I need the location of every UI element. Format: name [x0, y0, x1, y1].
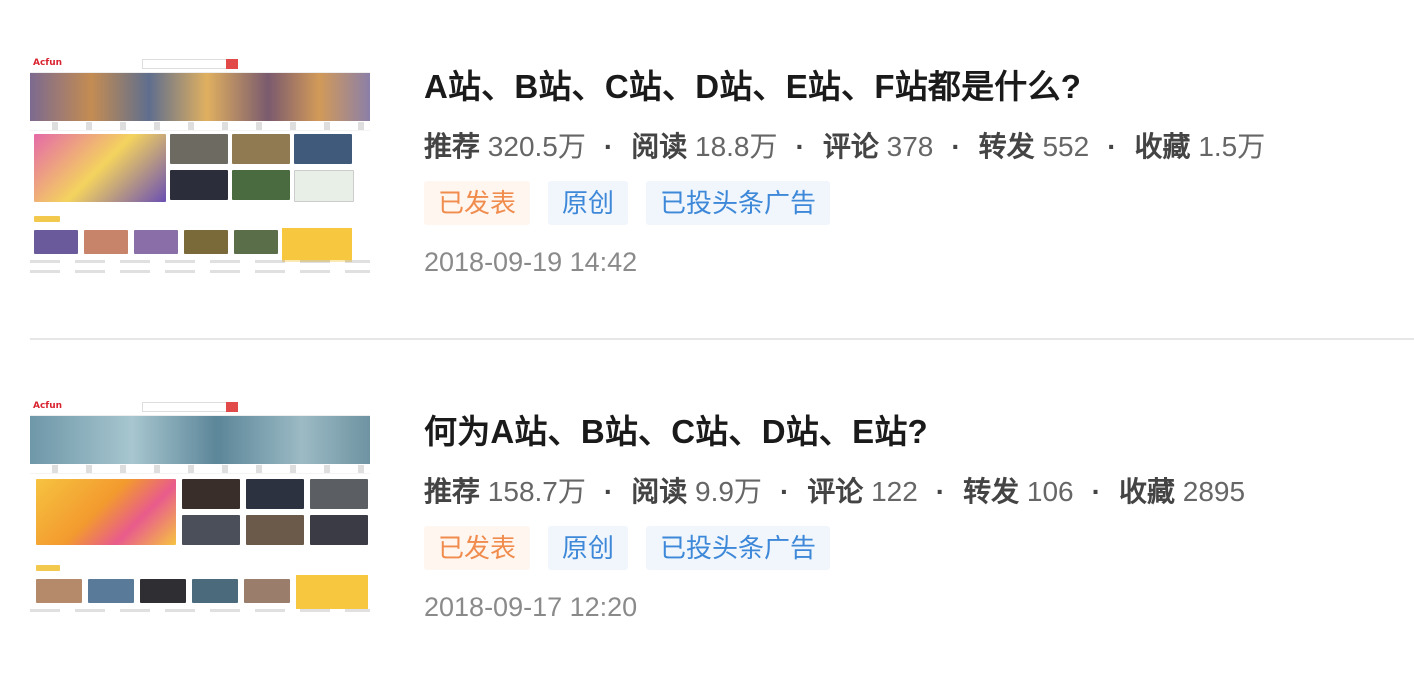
article-date: 2018-09-19 14:42: [424, 247, 638, 277]
stat-value: 122: [871, 476, 918, 507]
status-badge-published: 已发表: [424, 526, 531, 570]
article-date: 2018-09-17 12:20: [424, 592, 638, 622]
article-title[interactable]: 何为A站、B站、C站、D站、E站?: [424, 405, 928, 453]
badge-ad-placed: 已投头条广告: [646, 526, 831, 570]
article-tags: 已发表 原创 已投头条广告: [424, 181, 848, 225]
stat-label: 收藏: [1134, 131, 1191, 162]
article-title[interactable]: A站、B站、C站、D站、E站、F站都是什么?: [424, 60, 1081, 108]
thumbnail-banner: [30, 73, 370, 121]
stat-label: 评论: [807, 476, 864, 507]
stat-value: 320.5万: [487, 131, 586, 162]
status-badge-published: 已发表: [424, 181, 531, 225]
thumbnail-banner: [30, 416, 370, 464]
stat-value: 552: [1042, 131, 1090, 162]
article-stats: 推荐 158.7万 · 阅读 9.9万 · 评论 122 · 转发 106 · 收藏 2895: [424, 470, 1245, 510]
stat-label: 推荐: [424, 131, 481, 162]
stat-label: 推荐: [424, 476, 481, 507]
article-item[interactable]: Acfun 何为A站、B站、C站、D站、E站? 推荐 158.7万 · 阅读 9.9…: [0, 345, 1414, 645]
stat-label: 收藏: [1118, 476, 1175, 507]
acfun-logo: Acfun: [33, 58, 63, 68]
article-thumbnail[interactable]: Acfun: [30, 56, 370, 276]
thumbnail-topbar: Acfun: [30, 56, 370, 73]
stat-label: 阅读: [631, 131, 688, 162]
stat-separator: ·: [935, 476, 946, 507]
stat-value: 1.5万: [1198, 131, 1266, 162]
stat-separator: ·: [1091, 476, 1101, 507]
stat-label: 转发: [978, 131, 1035, 162]
stat-label: 阅读: [631, 476, 688, 507]
stat-label: 评论: [822, 131, 879, 162]
acfun-logo: Acfun: [33, 401, 63, 411]
thumbnail-topbar: Acfun: [30, 399, 370, 416]
badge-original: 原创: [548, 526, 629, 570]
stat-label: 转发: [963, 476, 1020, 507]
stat-separator: ·: [951, 131, 961, 162]
badge-ad-placed: 已投头条广告: [646, 181, 831, 225]
stat-separator: ·: [603, 476, 614, 507]
stat-value: 106: [1026, 476, 1074, 507]
stat-value: 158.7万: [487, 476, 586, 507]
stat-value: 378: [886, 131, 934, 162]
article-thumbnail[interactable]: Acfun: [30, 399, 370, 621]
badge-original: 原创: [548, 181, 629, 225]
divider: [30, 338, 1414, 340]
stat-value: 9.9万: [695, 476, 762, 507]
article-tags: 已发表 原创 已投头条广告: [424, 526, 848, 570]
stat-value: 18.8万: [695, 131, 778, 162]
stat-separator: ·: [779, 476, 790, 507]
article-item[interactable]: Acfun A站、B站、C站、D站、E站、F站都是什么? 推荐 320.5万 · 阅…: [0, 0, 1414, 300]
stat-value: 2895: [1182, 476, 1246, 507]
stat-separator: ·: [795, 131, 805, 162]
article-stats: 推荐 320.5万 · 阅读 18.8万 · 评论 378 · 转发 552 · 收藏 1.5万: [424, 125, 1265, 165]
stat-separator: ·: [1107, 131, 1117, 162]
stat-separator: ·: [603, 131, 614, 162]
